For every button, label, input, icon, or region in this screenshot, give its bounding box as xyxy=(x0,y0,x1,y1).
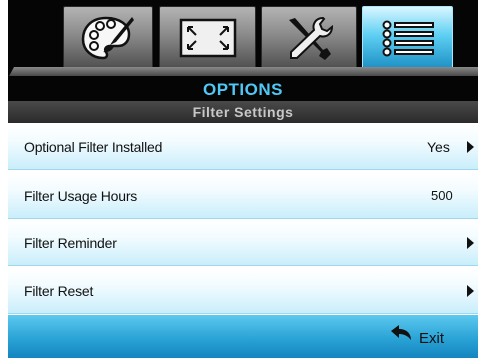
menu-item-value: Yes xyxy=(427,139,450,155)
arrow-right-icon[interactable] xyxy=(467,285,474,297)
arrow-right-icon[interactable] xyxy=(467,141,474,153)
options-list-icon xyxy=(382,20,434,57)
menu-item-optional-filter-installed[interactable]: Optional Filter Installed Yes xyxy=(8,124,478,170)
menu-item-filter-reminder[interactable]: Filter Reminder xyxy=(8,220,478,266)
menu-item-value: 500 xyxy=(431,188,453,203)
menu-tab-bar xyxy=(8,0,478,76)
menu-item-label: Filter Reset xyxy=(24,283,94,299)
tab-setup[interactable] xyxy=(261,6,357,70)
menu-item-label: Filter Reminder xyxy=(24,235,117,251)
osd-menu: OPTIONS Filter Settings Optional Filter … xyxy=(0,0,486,358)
menu-item-filter-usage-hours: Filter Usage Hours 500 xyxy=(8,173,478,219)
tab-display[interactable] xyxy=(63,6,153,70)
screen-resize-icon xyxy=(179,18,236,58)
tools-icon xyxy=(289,16,334,60)
return-arrow-icon[interactable] xyxy=(390,325,412,341)
menu-item-label: Optional Filter Installed xyxy=(24,139,163,155)
tab-options[interactable] xyxy=(362,6,453,70)
menu-item-filter-reset[interactable]: Filter Reset xyxy=(8,268,478,314)
menu-title: OPTIONS xyxy=(202,80,283,99)
menu-item-label: Filter Usage Hours xyxy=(24,188,138,204)
tab-image[interactable] xyxy=(159,6,256,70)
menu-subtitle: Filter Settings xyxy=(8,101,478,123)
exit-button[interactable]: Exit xyxy=(419,315,444,358)
menu-footer: Exit xyxy=(8,315,478,358)
palette-icon xyxy=(81,16,134,60)
menu-header: OPTIONS Filter Settings xyxy=(8,76,478,123)
arrow-right-icon[interactable] xyxy=(467,237,474,249)
